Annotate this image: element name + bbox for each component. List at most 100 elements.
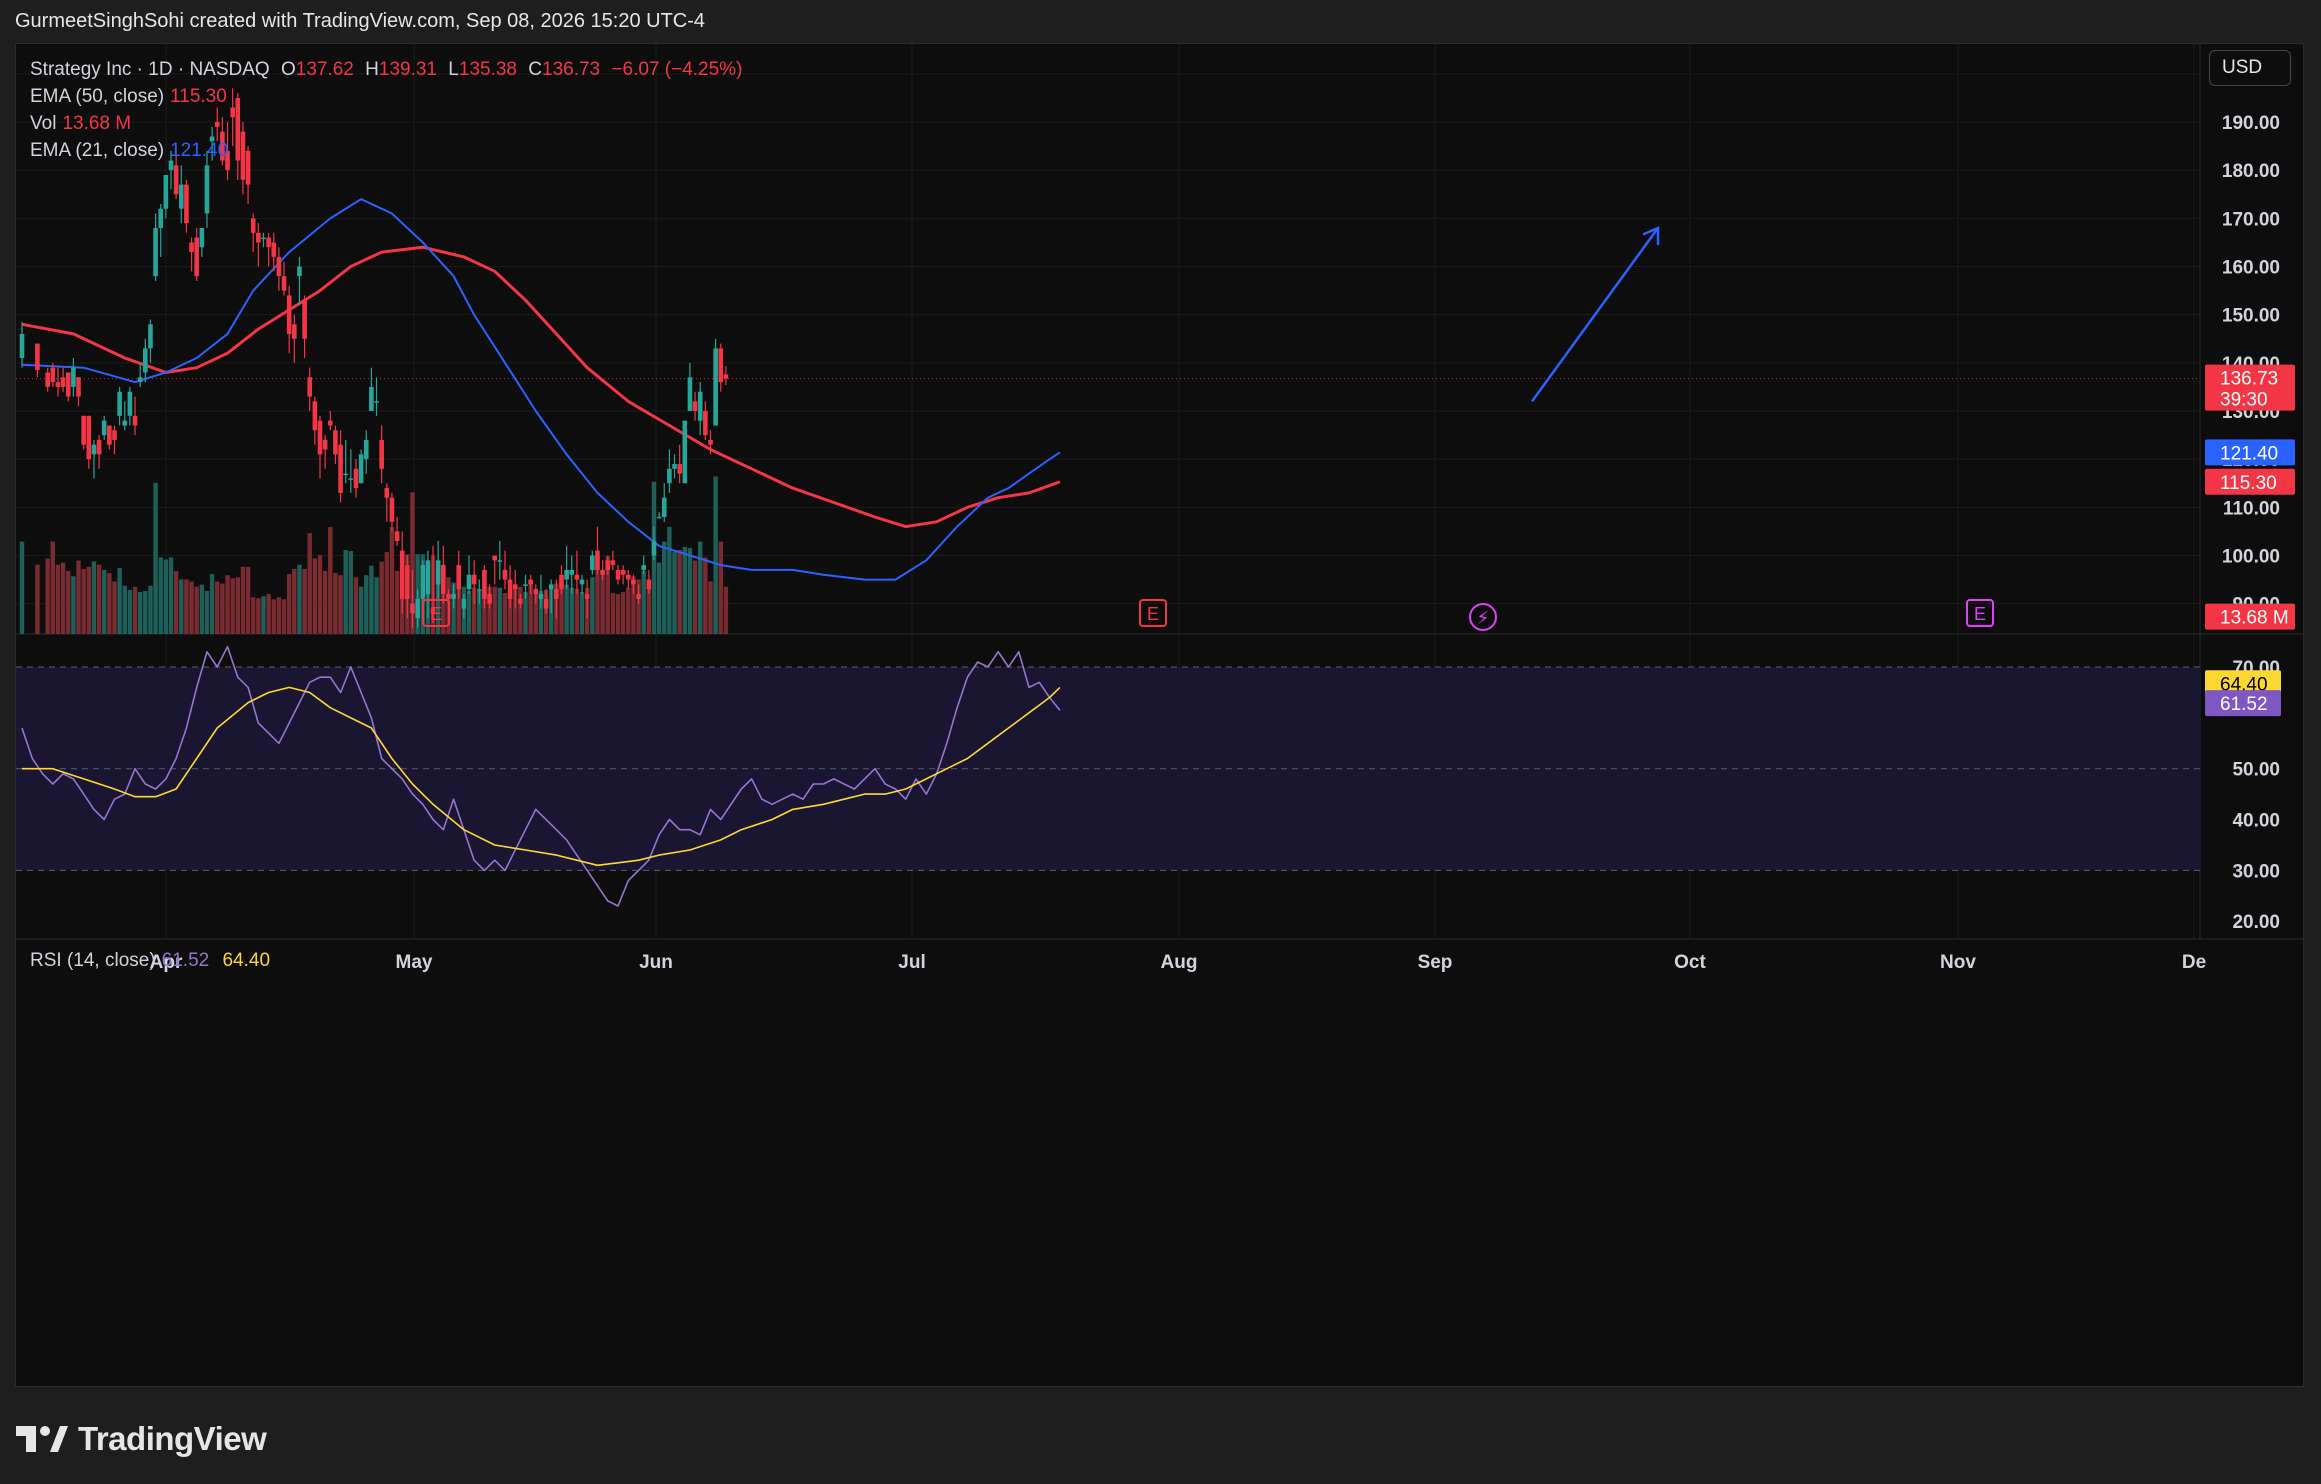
candle-body [307, 377, 313, 397]
volume-bar [71, 576, 76, 634]
lightning-icon: ⚡ [1477, 608, 1490, 629]
candle-body [579, 579, 585, 585]
candle-body [538, 594, 544, 599]
candle-body [137, 377, 143, 383]
candle-body [548, 584, 554, 590]
volume-bar [322, 571, 328, 634]
candle-body [487, 594, 492, 604]
brand-name: TradingView [78, 1420, 267, 1457]
candle-body [333, 430, 338, 455]
candle-body [163, 175, 169, 209]
candle-body [502, 569, 508, 580]
chart-frame: EEE⚡200.00190.00180.00170.00160.00150.00… [15, 43, 2305, 1388]
candle-body [415, 598, 420, 619]
close-value: 136.73 [542, 59, 601, 80]
candle-body [394, 531, 400, 542]
candle-body [132, 415, 138, 426]
candle-body [358, 454, 364, 484]
candle-body [425, 560, 431, 595]
symbol-title[interactable]: Strategy Inc · 1D · NASDAQ [30, 59, 270, 80]
candle-body [677, 463, 682, 474]
volume-bar [225, 575, 230, 634]
candle-body [148, 324, 153, 349]
time-tick-label: Jun [639, 952, 673, 973]
volume-bar [307, 533, 312, 634]
price-badge-label: 121.40 [2220, 443, 2278, 464]
volume-bar [641, 571, 646, 634]
volume-row[interactable]: Vol 13.68 M [30, 110, 742, 137]
volume-bar [107, 573, 112, 634]
candle-body [55, 382, 61, 387]
candle-body [451, 594, 456, 599]
volume-bar [19, 541, 25, 634]
candle-body [184, 184, 189, 224]
volume-bar [389, 526, 395, 634]
candle-body [292, 324, 297, 339]
volume-bar [703, 557, 708, 634]
candle-body [297, 266, 302, 277]
price-tick-label: 150.00 [2222, 306, 2280, 327]
volume-bar [317, 555, 323, 634]
volume-bar [312, 558, 318, 634]
rsi-legend[interactable]: RSI (14, close) 61.52 64.40 [30, 950, 270, 972]
candle-body [569, 569, 575, 575]
price-tick-label: 100.00 [2222, 546, 2280, 567]
volume-bar [209, 574, 215, 634]
rsi-value: 61.52 [161, 950, 210, 971]
candle-body [646, 579, 652, 590]
low-value: 135.38 [458, 59, 517, 80]
candle-body [317, 420, 323, 455]
ema21-row[interactable]: EMA (21, close) 121.40 [30, 137, 742, 164]
candle-body [261, 237, 266, 240]
candle-body [353, 468, 359, 489]
ema50-line [21, 245, 1061, 529]
chart-canvas[interactable]: EEE⚡200.00190.00180.00170.00160.00150.00… [16, 44, 2305, 1388]
candle-body [143, 348, 148, 373]
price-tick-label: 160.00 [2222, 258, 2280, 279]
candle-body [45, 372, 50, 387]
ema50-value: 115.30 [170, 86, 227, 107]
earnings-marker-letter: E [430, 604, 442, 624]
candle-body [35, 343, 40, 371]
candle-body [641, 565, 646, 570]
volume-bar [55, 564, 61, 634]
volume-bar [235, 577, 240, 634]
open-label: O [280, 59, 296, 80]
candle-body [122, 420, 128, 426]
volume-bar [245, 566, 251, 634]
time-tick-label: Sep [1418, 952, 1453, 973]
candle-body [91, 444, 97, 455]
volume-bar [215, 581, 220, 634]
volume-bar [713, 476, 718, 634]
volume-bar [698, 541, 703, 634]
candle-body [266, 237, 271, 248]
volume-bar [163, 559, 169, 634]
candle-body [112, 430, 117, 440]
candle-body [199, 227, 205, 248]
candle-body [703, 411, 708, 436]
tradingview-logo[interactable]: TradingView [16, 1420, 267, 1458]
volume-bar [286, 574, 292, 634]
volume-bar [364, 575, 369, 634]
candle-body [564, 569, 569, 580]
volume-bar [102, 569, 107, 634]
ema21-value: 121.40 [170, 140, 229, 161]
chart-legend: Strategy Inc · 1D · NASDAQ O137.62 H139.… [30, 56, 742, 164]
earnings-marker-letter: E [1147, 604, 1159, 624]
candle-body [620, 569, 626, 575]
chart-caption: GurmeetSinghSohi created with TradingVie… [15, 10, 706, 32]
volume-bar [610, 593, 616, 634]
price-badge-label: 115.30 [2220, 473, 2277, 494]
rsi-badge-label: 61.52 [2220, 694, 2268, 715]
candle-body [189, 242, 194, 253]
volume-bar [662, 541, 667, 634]
volume-bar [292, 568, 297, 634]
currency-button[interactable]: USD [2209, 50, 2291, 86]
candle-body [466, 574, 472, 590]
volume-bar [667, 526, 672, 634]
rsi-label: RSI (14, close) [30, 950, 156, 971]
ema21-label: EMA (21, close) [30, 140, 165, 161]
ema50-row[interactable]: EMA (50, close) 115.30 [30, 83, 742, 110]
candle-body [302, 300, 307, 339]
volume-bar [158, 557, 163, 634]
